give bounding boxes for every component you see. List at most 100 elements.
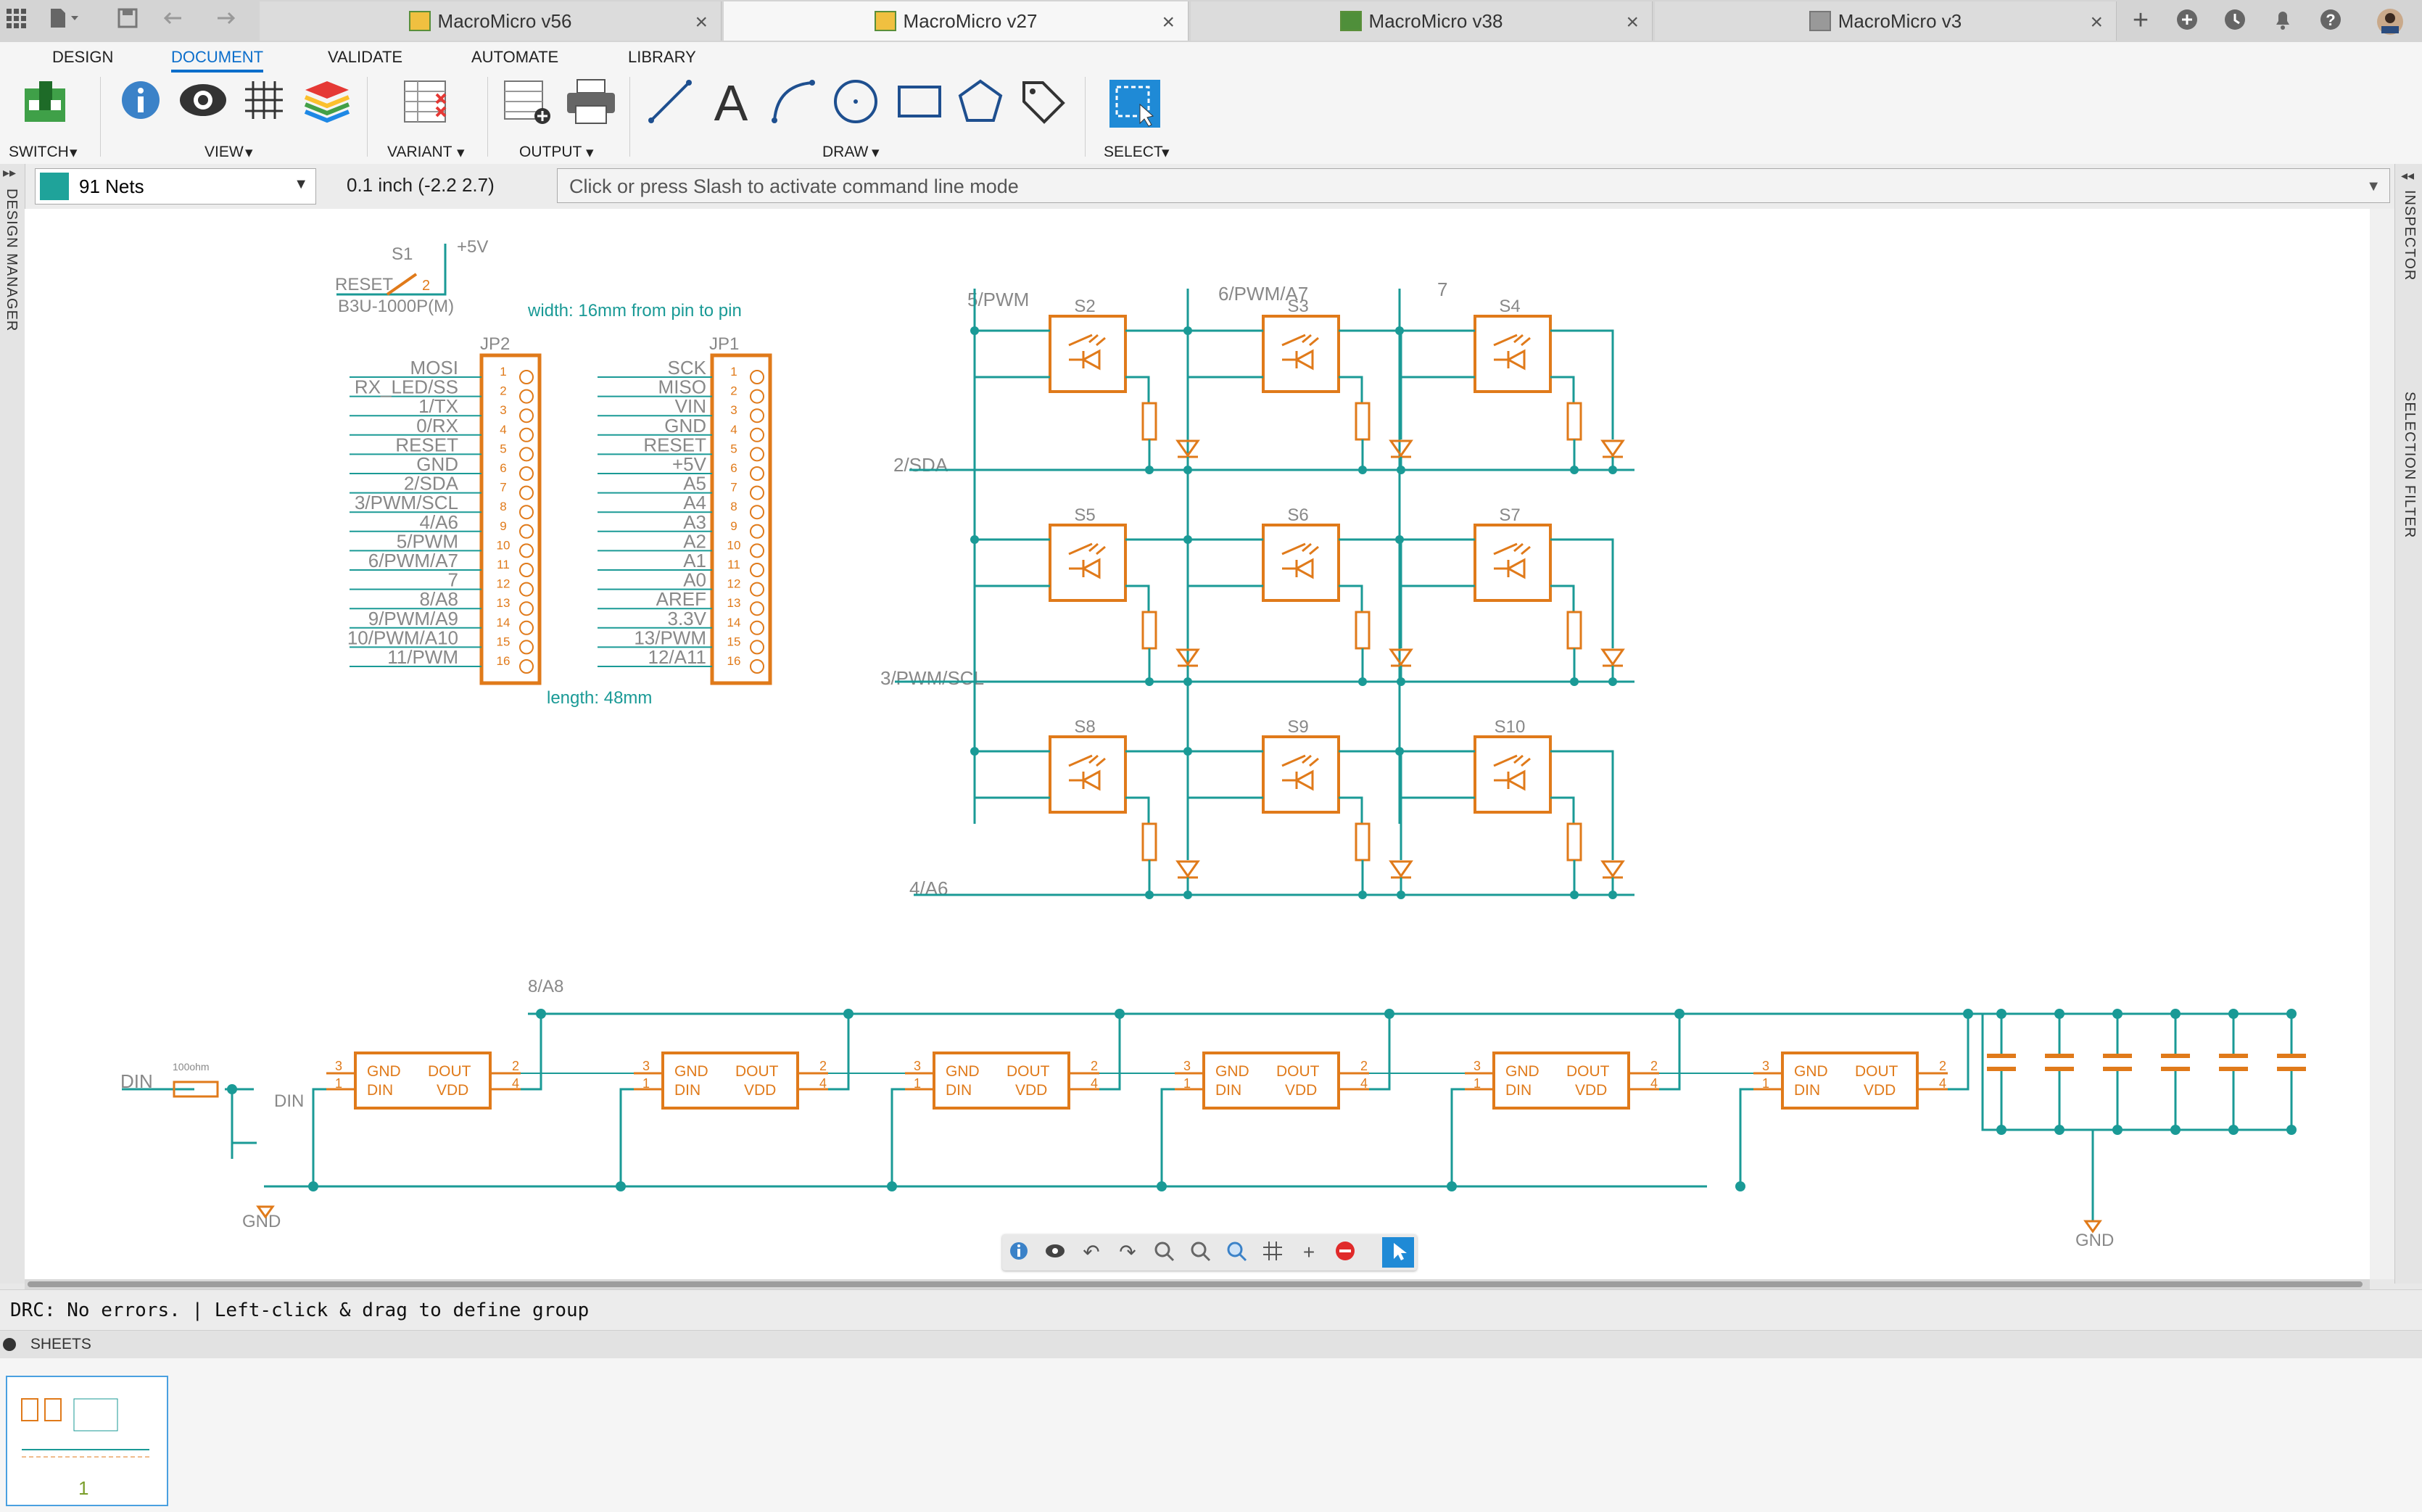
inspector-label[interactable]: INSPECTOR bbox=[2401, 190, 2418, 281]
decoupling-capacitor[interactable] bbox=[2219, 1009, 2248, 1135]
led-resistor[interactable] bbox=[1355, 611, 1371, 650]
led-resistor[interactable] bbox=[1141, 822, 1157, 862]
close-tab-icon[interactable]: × bbox=[2090, 10, 2103, 35]
cap-plates[interactable] bbox=[2277, 1054, 2306, 1071]
header-pin-pad[interactable] bbox=[519, 601, 534, 616]
dropdown-arrow-icon[interactable]: ▾ bbox=[586, 144, 594, 162]
header-pin-pad[interactable] bbox=[519, 582, 534, 597]
header-pin-pad[interactable] bbox=[519, 659, 534, 674]
reset-switch-s1[interactable]: S1 +5V RESET 2 B3U-1000P(M) bbox=[335, 237, 488, 316]
close-tab-icon[interactable]: × bbox=[1162, 10, 1175, 35]
view-group-label[interactable]: VIEW bbox=[204, 144, 244, 161]
new-tab-icon[interactable]: + bbox=[2128, 7, 2154, 34]
variant-group-label[interactable]: VARIANT bbox=[387, 144, 452, 161]
undo-icon[interactable] bbox=[162, 7, 189, 33]
matrix-key-cell[interactable]: S10 bbox=[1395, 717, 1624, 899]
user-avatar[interactable] bbox=[2376, 7, 2403, 35]
matrix-key-cell[interactable]: S3 bbox=[1183, 297, 1413, 474]
cap-plates[interactable] bbox=[2045, 1054, 2074, 1071]
header-jp1[interactable]: JP1 SCK 1 MISO 2 VIN 3 GND 4 RESET 5 +5V 6 A5 7 A4 8 A3 9… bbox=[598, 334, 772, 685]
header-pin-pad[interactable] bbox=[750, 505, 764, 520]
dropdown-arrow-icon[interactable]: ▾ bbox=[245, 144, 253, 162]
led-symbol[interactable] bbox=[1389, 439, 1413, 458]
draw-rectangle-icon[interactable] bbox=[896, 78, 943, 128]
led-resistor[interactable] bbox=[1566, 611, 1582, 650]
draw-circle-icon[interactable] bbox=[832, 78, 879, 128]
header-pin-pad[interactable] bbox=[519, 505, 534, 520]
header-pin-pad[interactable] bbox=[519, 408, 534, 424]
cap-plates[interactable] bbox=[1987, 1054, 2016, 1071]
led-pixel-unit[interactable]: GND DOUTDIN VDD3124 bbox=[308, 1009, 634, 1191]
header-pin-pad[interactable] bbox=[750, 582, 764, 597]
header-pin-pad[interactable] bbox=[519, 563, 534, 577]
scrollbar-thumb[interactable] bbox=[28, 1281, 2363, 1287]
variant-table-icon[interactable] bbox=[403, 78, 452, 128]
info-icon[interactable] bbox=[1007, 1240, 1031, 1265]
switch-symbol[interactable] bbox=[1262, 735, 1340, 814]
decoupling-capacitor[interactable] bbox=[2277, 1009, 2306, 1135]
switch-symbol[interactable] bbox=[1049, 735, 1127, 814]
grid-icon[interactable] bbox=[242, 78, 286, 125]
draw-line-icon[interactable] bbox=[647, 78, 693, 128]
layers-icon[interactable] bbox=[302, 78, 352, 128]
ribbon-tab-document[interactable]: DOCUMENT bbox=[171, 48, 264, 73]
header-pin-pad[interactable] bbox=[519, 640, 534, 655]
led-pixel-body[interactable] bbox=[933, 1052, 1070, 1110]
led-symbol[interactable] bbox=[1601, 860, 1624, 879]
output-group-label[interactable]: OUTPUT bbox=[519, 144, 582, 161]
header-pin-pad[interactable] bbox=[750, 620, 764, 635]
stop-command-icon[interactable] bbox=[1333, 1240, 1357, 1265]
tab-macromicro-v56[interactable]: MacroMicro v56 × bbox=[260, 1, 722, 41]
draw-group-label[interactable]: DRAW bbox=[822, 144, 868, 161]
led-resistor[interactable] bbox=[1141, 402, 1157, 441]
ribbon-tab-library[interactable]: LIBRARY bbox=[628, 48, 696, 67]
cap-plates[interactable] bbox=[2103, 1054, 2132, 1071]
redo-icon[interactable]: ↷ bbox=[1115, 1240, 1140, 1265]
led-symbol[interactable] bbox=[1389, 860, 1413, 879]
header-pin-pad[interactable] bbox=[519, 620, 534, 635]
horizontal-scrollbar[interactable] bbox=[25, 1279, 2370, 1289]
header-pin-pad[interactable] bbox=[750, 601, 764, 616]
switch-group-label[interactable]: SWITCH bbox=[9, 144, 69, 161]
led-pixel-body[interactable] bbox=[1492, 1052, 1630, 1110]
design-manager-label[interactable]: DESIGN MANAGER bbox=[3, 189, 20, 331]
design-manager-panel[interactable]: ▸▸ DESIGN MANAGER bbox=[0, 164, 25, 1284]
help-icon[interactable]: ? bbox=[2318, 7, 2344, 33]
zoom-fit-icon[interactable] bbox=[1224, 1240, 1249, 1265]
undo-icon[interactable]: ↶ bbox=[1079, 1240, 1104, 1265]
header-pin-pad[interactable] bbox=[750, 563, 764, 577]
matrix-key-cell[interactable]: S8 bbox=[970, 717, 1199, 899]
matrix-key-cell[interactable]: S5 bbox=[970, 505, 1199, 686]
select-window-icon[interactable] bbox=[1108, 78, 1162, 133]
dropdown-arrow-icon[interactable]: ▾ bbox=[457, 144, 465, 162]
grid-icon[interactable] bbox=[1260, 1240, 1285, 1265]
sheets-header[interactable]: SHEETS bbox=[0, 1331, 2422, 1358]
led-resistor[interactable] bbox=[1355, 822, 1371, 862]
led-resistor[interactable] bbox=[1355, 402, 1371, 441]
zoom-out-icon[interactable] bbox=[1188, 1240, 1212, 1265]
header-pin-pad[interactable] bbox=[519, 370, 534, 384]
header-pin-pad[interactable] bbox=[750, 447, 764, 462]
expand-panel-icon[interactable]: ◂◂ bbox=[2401, 168, 2414, 183]
select-cursor-icon[interactable] bbox=[1382, 1237, 1414, 1268]
matrix-key-cell[interactable]: S4 bbox=[1395, 297, 1624, 474]
led-pixel-body[interactable] bbox=[1781, 1052, 1919, 1110]
job-status-icon[interactable] bbox=[2174, 7, 2200, 33]
draw-attribute-tag-icon[interactable] bbox=[1020, 78, 1066, 128]
ribbon-tab-automate[interactable]: AUTOMATE bbox=[471, 48, 558, 67]
decoupling-capacitor[interactable] bbox=[2103, 1009, 2132, 1135]
net-class-selector[interactable]: 91 Nets ▼ bbox=[35, 168, 316, 205]
dropdown-arrow-icon[interactable]: ▾ bbox=[70, 144, 78, 162]
draw-text-icon[interactable]: A bbox=[709, 75, 753, 131]
led-pixel-body[interactable] bbox=[661, 1052, 799, 1110]
header-pin-pad[interactable] bbox=[519, 485, 534, 500]
header-pin-pad[interactable] bbox=[519, 543, 534, 558]
decoupling-capacitor[interactable] bbox=[2045, 1009, 2074, 1135]
led-resistor[interactable] bbox=[1566, 822, 1582, 862]
zoom-in-icon[interactable] bbox=[1152, 1240, 1176, 1265]
header-pin-pad[interactable] bbox=[750, 485, 764, 500]
led-pixel-unit[interactable]: GND DOUTDIN VDD3124 bbox=[1157, 1009, 1465, 1191]
led-symbol[interactable] bbox=[1601, 439, 1624, 458]
header-pin-pad[interactable] bbox=[750, 640, 764, 655]
header-pin-pad[interactable] bbox=[519, 447, 534, 462]
